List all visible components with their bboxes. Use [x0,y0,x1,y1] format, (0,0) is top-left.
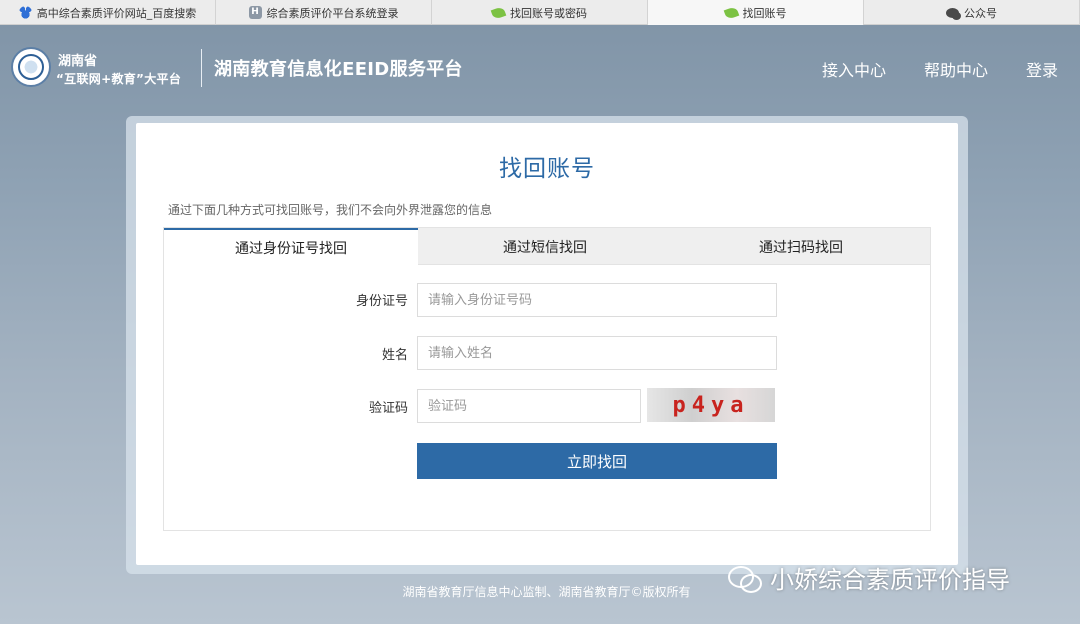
browser-tab-wechat[interactable]: 公众号 [864,0,1080,25]
recover-account-card: 找回账号 通过下面几种方式可找回账号，我们不会向外界泄露您的信息 通过身份证号找… [136,123,958,565]
tab-by-id-number[interactable]: 通过身份证号找回 [164,228,418,266]
browser-tab-label: 公众号 [964,6,997,20]
brand-platform: “互联网+教育”大平台 [56,72,182,86]
watermark: 小娇综合素质评价指导 [728,560,1010,595]
tab-by-qr-scan[interactable]: 通过扫码找回 [672,228,930,265]
browser-tab-label: 综合素质评价平台系统登录 [266,6,399,20]
captcha-text: p4ya [672,392,750,418]
browser-tab-label: 找回账号 [742,6,787,20]
nav-access-center[interactable]: 接入中心 [822,57,886,81]
nav-login[interactable]: 登录 [1026,57,1058,81]
browser-tab-baidu-search[interactable]: 高中综合素质评价网站_百度搜索 [0,0,216,25]
captcha-label: 验证码 [368,401,408,416]
name-label: 姓名 [381,348,408,363]
leaf-icon [490,5,507,20]
site-title[interactable]: 湖南教育信息化EEID服务平台 [214,55,463,81]
baidu-paw-icon [18,6,32,19]
h-letter-icon: H [248,6,262,19]
browser-tab-recover-account-or-password[interactable]: 找回账号或密码 [432,0,648,25]
browser-tab-label: 高中综合素质评价网站_百度搜索 [36,6,197,20]
page-title: 找回账号 [499,156,595,182]
browser-tab-bar: 高中综合素质评价网站_百度搜索 H 综合素质评价平台系统登录 找回账号或密码 找… [0,0,1080,25]
nav-help-center[interactable]: 帮助中心 [924,57,988,81]
emblem-icon [18,54,44,80]
platform-logo[interactable] [11,47,51,87]
wechat-icon [946,7,961,20]
wechat-icon [728,564,762,593]
browser-tab-login[interactable]: H 综合素质评价平台系统登录 [216,0,432,25]
browser-tab-label: 找回账号或密码 [510,6,587,20]
tab-by-sms[interactable]: 通过短信找回 [418,228,672,265]
tabs-header: 通过身份证号找回 通过短信找回 通过扫码找回 [164,228,930,266]
captcha-image[interactable]: p4ya [647,388,775,422]
browser-tab-recover-account[interactable]: 找回账号 [648,0,864,25]
watermark-text: 小娇综合素质评价指导 [770,566,1010,594]
top-nav: 接入中心 帮助中心 登录 [822,57,1058,81]
brand-province: 湖南省 [58,54,98,69]
id-number-input[interactable] [417,283,777,317]
name-input[interactable] [417,336,777,370]
captcha-input[interactable] [417,389,641,423]
leaf-icon [723,5,739,20]
brand-divider [201,49,202,87]
recover-now-button[interactable]: 立即找回 [417,443,777,479]
page-description: 通过下面几种方式可找回账号，我们不会向外界泄露您的信息 [168,203,493,217]
recovery-method-tabs: 通过身份证号找回 通过短信找回 通过扫码找回 [163,227,931,531]
site-header: 湖南省 “互联网+教育”大平台 湖南教育信息化EEID服务平台 接入中心 帮助中… [0,25,1080,113]
id-number-label: 身份证号 [355,294,408,309]
